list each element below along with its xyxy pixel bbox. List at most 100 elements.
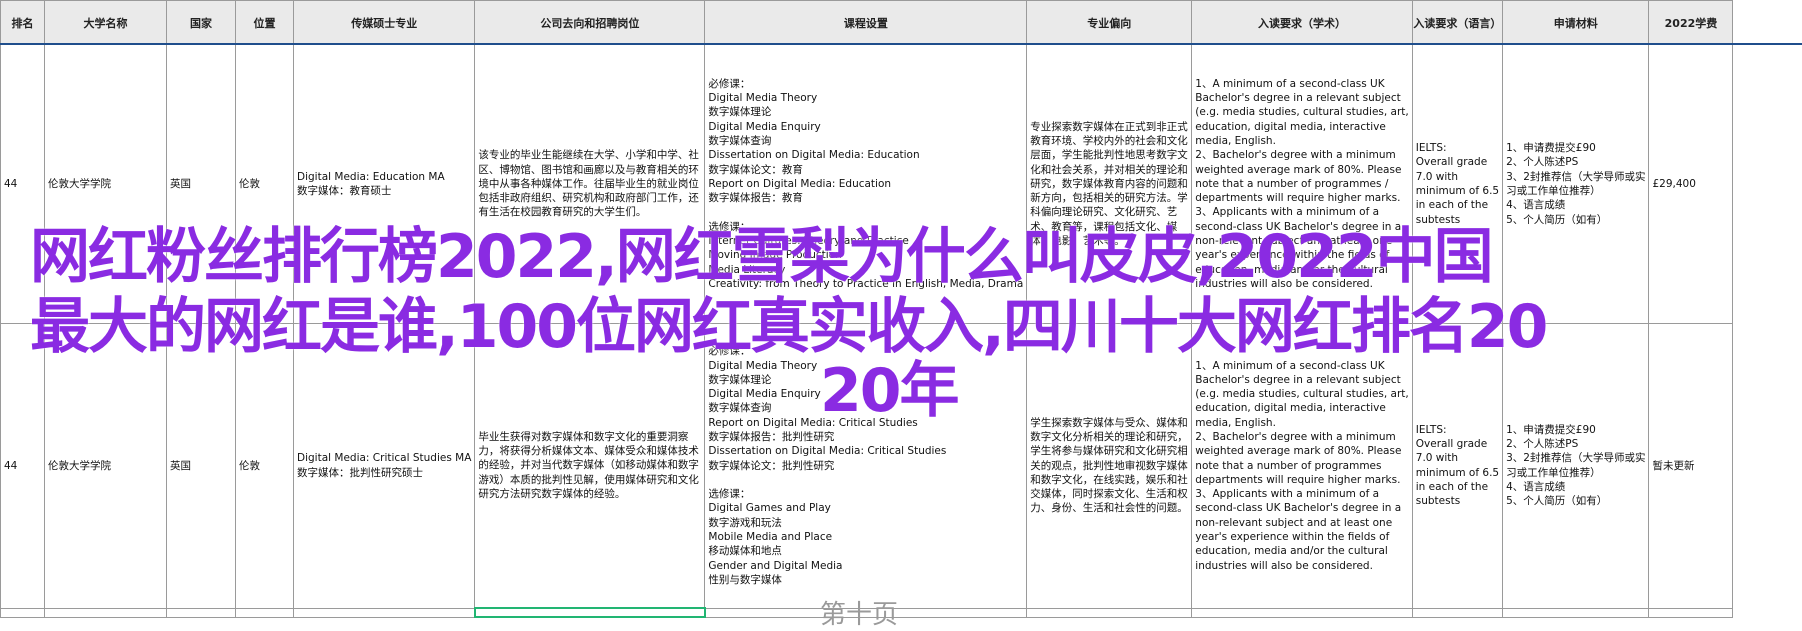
lang-line: minimum of 6.5 [1415,185,1500,197]
overlay-title-line-3: 20年 [820,356,959,426]
course-line: 数字媒体论文：教育 [708,163,803,176]
material-line: 5、个人简历（如有） [1506,495,1608,508]
header-country[interactable]: 国家 [166,0,236,45]
lang-line: in each of the [1415,199,1489,212]
course-line: 必修课： [708,77,751,90]
lang-line: minimum of 6.5 [1415,466,1500,479]
header-focus[interactable]: 专业偏向 [1026,0,1193,45]
course-line: Mobile Media and Place [708,531,833,544]
header-materials[interactable]: 申请材料 [1502,0,1650,45]
course-line [708,205,1023,219]
header-courses[interactable]: 课程设置 [704,0,1028,45]
course-line: Dissertation on Digital Media: Education [708,149,920,162]
cell-university[interactable]: 伦敦大学学院 [44,323,167,609]
req-line: 2、Bachelor's degree with a minimum [1195,149,1396,162]
header-location[interactable]: 位置 [235,0,294,45]
program-en: Digital Media: Critical Studies MA [297,452,472,465]
req-line: weighted average mark of 80%. Please [1195,445,1402,458]
req-line: 3、Applicants with a minimum of a [1195,206,1380,219]
req-line: departments will require higher marks. [1195,473,1401,486]
header-rank[interactable]: 排名 [0,0,45,45]
req-line: Bachelor's degree in a relevant subject [1195,92,1401,105]
material-line: 1、申请费提交£90 [1506,142,1596,155]
header-divider [0,43,1802,45]
req-line: note that a number of programmes / [1195,177,1389,190]
lang-line: subtests [1415,495,1461,508]
req-line: industries will also be considered. [1195,559,1373,572]
course-line: 数字媒体查询 [708,134,772,147]
program-cn: 数字媒体：教育硕士 [297,185,392,197]
req-line: second-class UK Bachelor's degree in a [1195,502,1402,515]
course-line [708,473,1023,487]
req-line: education, digital media, interactive [1195,120,1386,133]
course-line: 性别与数字媒体 [708,573,782,586]
req-line: departments will require higher marks. [1195,192,1401,205]
cell-academic-req[interactable]: 1、A minimum of a second-class UK Bachelo… [1191,323,1413,609]
req-line: Bachelor's degree in a relevant subject [1195,373,1401,386]
req-line: year's experience within the fields of [1195,531,1390,544]
material-line: 2、个人陈述PS [1506,438,1579,451]
lang-line: IELTS: [1415,423,1447,436]
req-line: non-relevant subject and at least one [1195,516,1393,529]
material-line: 1、申请费提交£90 [1506,423,1596,436]
req-line: (e.g. media studies, cultural studies, a… [1195,106,1409,119]
course-line: 移动媒体和地点 [708,545,782,558]
req-line: 2、Bachelor's degree with a minimum [1195,431,1396,443]
course-line: 数字媒体论文：批判性研究 [708,459,835,472]
material-line: 5、个人简历（如有） [1506,213,1608,226]
material-line: 3、2封推荐信（大学导师或实 [1506,452,1646,465]
course-line: Dissertation on Digital Media: Critical … [708,445,947,458]
cell-fee[interactable]: 暂未更新 [1648,323,1734,609]
course-line: Gender and Digital Media [708,559,843,572]
course-line: 数字游戏和玩法 [708,516,782,529]
course-line: 数字媒体报告：教育 [708,192,803,205]
cell-rank[interactable]: 44 [0,323,45,609]
cell-materials[interactable]: 1、申请费提交£90 2、个人陈述PS 3、2封推荐信（大学导师或实 习或工作单… [1502,323,1650,609]
cell-fee[interactable]: £29,400 [1648,44,1734,324]
lang-line: IELTS: [1415,142,1447,155]
req-line: education, media and/or the cultural [1195,545,1388,558]
header-fee[interactable]: 2022学费 [1648,0,1734,45]
header-university[interactable]: 大学名称 [44,0,167,45]
program-cn: 数字媒体：批判性研究硕士 [297,466,423,479]
lang-line: Overall grade [1415,156,1488,169]
cell-focus[interactable]: 学生探索数字媒体与受众、媒体和数字文化分析相关的理论和研究，学生将参与媒体研究和… [1026,323,1193,609]
course-line: Report on Digital Media: Education [708,177,892,190]
header-row: 排名 大学名称 国家 位置 传媒硕士专业 公司去向和招聘岗位 课程设置 专业偏向… [0,0,1734,45]
material-line: 习或工作单位推荐） [1506,185,1601,197]
header-program[interactable]: 传媒硕士专业 [292,0,476,45]
req-line: education, digital media, interactive [1195,402,1386,415]
overlay-title-line-1: 网红粉丝排行榜2022,网红雪梨为什么叫皮皮,2022中国 [30,222,1494,292]
course-line: Digital Media Enquiry [708,120,821,133]
header-academic-req[interactable]: 入读要求（学术） [1191,0,1413,45]
lang-line: Overall grade [1415,438,1488,451]
cell-country[interactable]: 英国 [166,323,236,609]
req-line: 1、A minimum of a second-class UK [1195,77,1385,90]
overlay-title-line-2: 最大的网红是谁,100位网红真实收入,四川十大网红排名20 [30,292,1548,362]
req-line: (e.g. media studies, cultural studies, a… [1195,388,1409,401]
course-line: 数字媒体报告：批判性研究 [708,431,835,443]
cell-language-req[interactable]: IELTS: Overall grade 7.0 with minimum of… [1411,323,1504,609]
header-career[interactable]: 公司去向和招聘岗位 [474,0,706,45]
header-language-req[interactable]: 入读要求（语言） [1411,0,1504,45]
req-line: note that a number of programmes [1195,459,1382,472]
material-line: 4、语言成绩 [1506,481,1566,494]
req-line: media, English. [1195,134,1276,147]
cell-location[interactable]: 伦敦 [235,323,294,609]
req-line: media, English. [1195,416,1276,429]
course-line: 选修课： [708,488,751,501]
course-line: 数字媒体理论 [708,106,772,119]
lang-line: in each of the [1415,481,1489,494]
req-line: weighted average mark of 80%. Please [1195,163,1402,176]
lang-line: 7.0 with [1415,452,1459,465]
req-line: 3、Applicants with a minimum of a [1195,488,1380,501]
course-line: Digital Games and Play [708,502,831,515]
program-en: Digital Media: Education MA [297,170,445,183]
cell-materials[interactable]: 1、申请费提交£90 2、个人陈述PS 3、2封推荐信（大学导师或实 习或工作单… [1502,44,1650,324]
material-line: 3、2封推荐信（大学导师或实 [1506,170,1646,183]
material-line: 4、语言成绩 [1506,199,1566,212]
material-line: 习或工作单位推荐） [1506,466,1601,479]
material-line: 2、个人陈述PS [1506,156,1579,169]
cell-career[interactable]: 毕业生获得对数字媒体和数字文化的重要洞察力，将获得分析媒体文本、媒体受众和媒体技… [474,323,706,609]
cell-program[interactable]: Digital Media: Critical Studies MA 数字媒体：… [292,323,476,609]
